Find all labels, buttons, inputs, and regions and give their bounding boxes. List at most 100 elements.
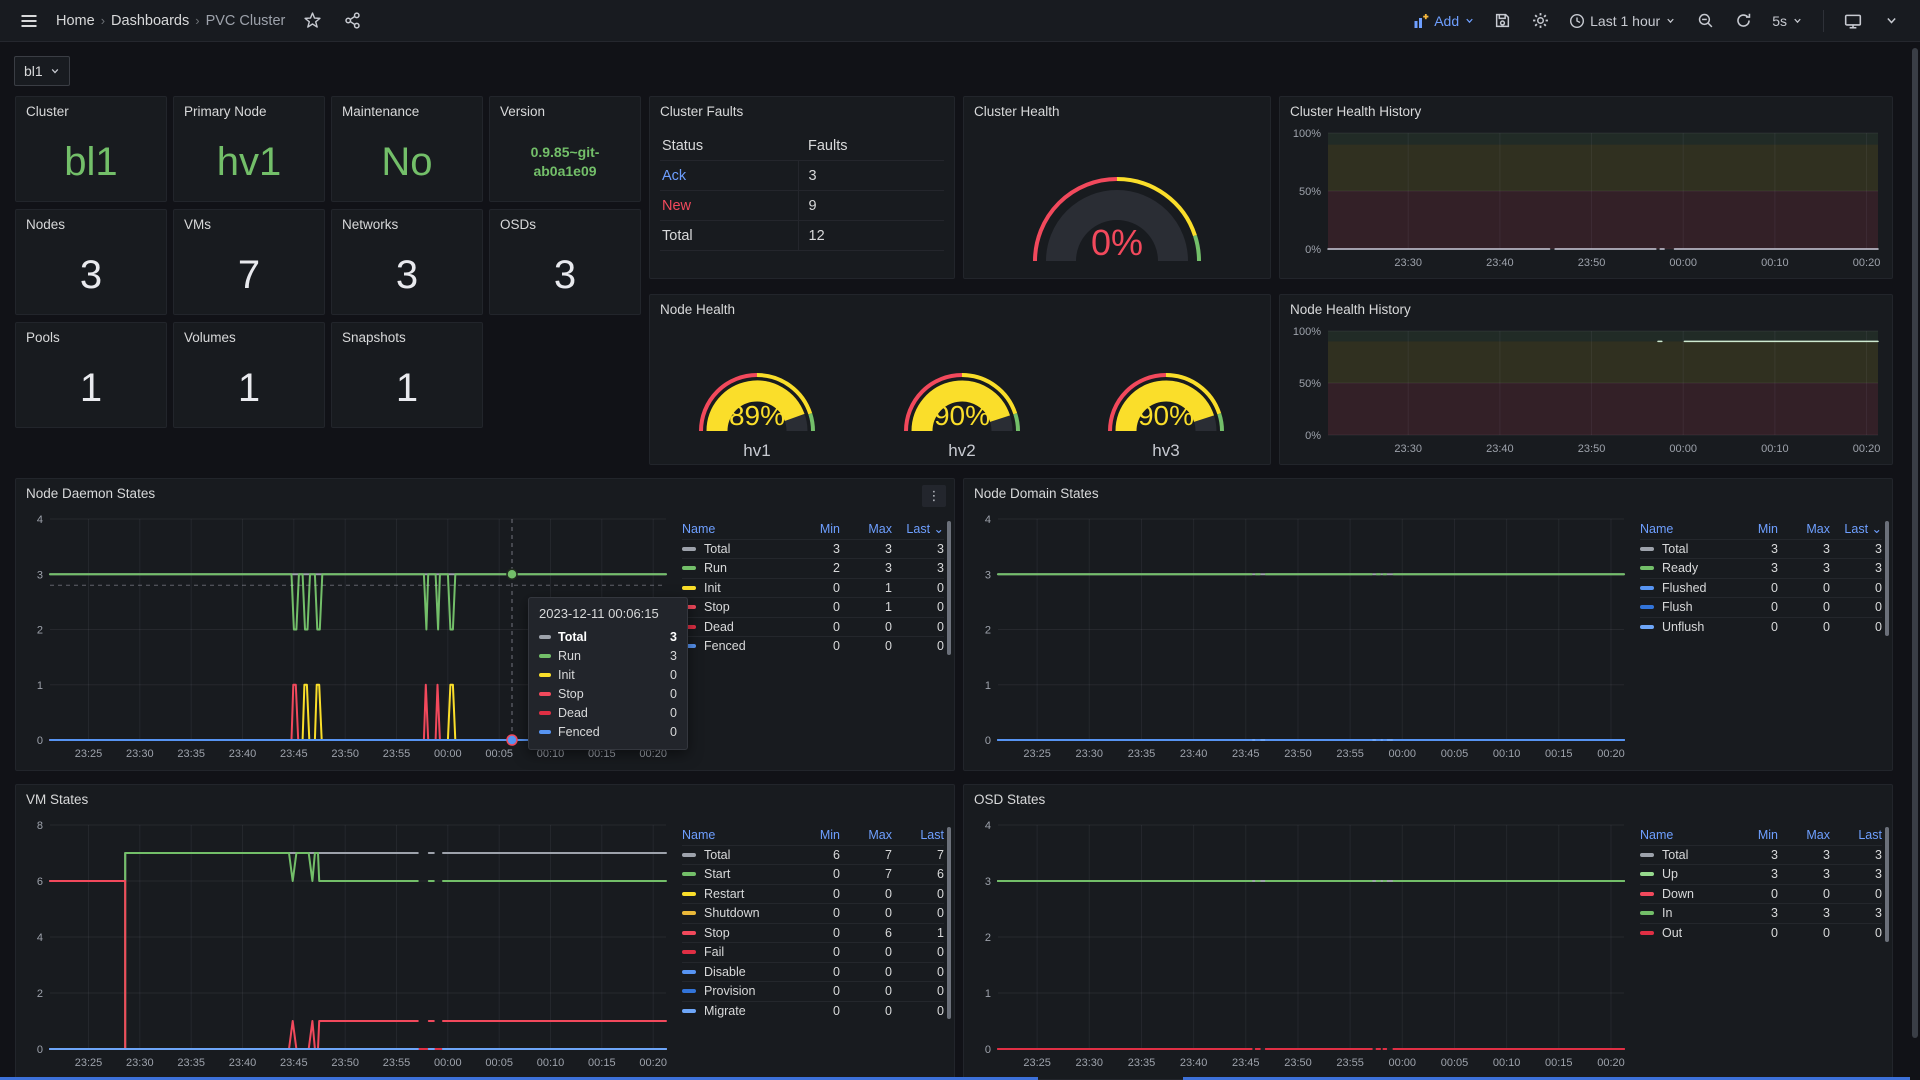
legend-series-name[interactable]: Ready bbox=[1640, 561, 1726, 575]
legend-row[interactable]: Fenced000 bbox=[682, 636, 944, 656]
legend-header-min[interactable]: Min bbox=[788, 522, 840, 536]
legend-header-min[interactable]: Min bbox=[1726, 522, 1778, 536]
legend-header-min[interactable]: Min bbox=[788, 828, 840, 842]
legend-header-max[interactable]: Max bbox=[1778, 828, 1830, 842]
legend-header-max[interactable]: Max bbox=[1778, 522, 1830, 536]
legend-series-name[interactable]: Total bbox=[1640, 542, 1726, 556]
panel-menu-icon[interactable]: ⋮ bbox=[922, 485, 946, 507]
top-nav: Home › Dashboards › PVC Cluster bbox=[0, 0, 1920, 42]
variable-dropdown[interactable]: bl1 bbox=[14, 56, 70, 86]
legend-row[interactable]: Init010 bbox=[682, 578, 944, 598]
legend-row[interactable]: Disable000 bbox=[682, 962, 944, 982]
legend-header-last[interactable]: Last bbox=[892, 828, 944, 842]
legend-row[interactable]: Migrate000 bbox=[682, 1001, 944, 1021]
legend-header-name[interactable]: Name bbox=[682, 522, 788, 536]
legend-row[interactable]: Down000 bbox=[1640, 884, 1882, 904]
legend-scrollbar[interactable] bbox=[947, 521, 951, 655]
legend-row[interactable]: Provision000 bbox=[682, 981, 944, 1001]
legend-series-name[interactable]: Total bbox=[682, 848, 788, 862]
legend-series-name[interactable]: In bbox=[1640, 906, 1726, 920]
legend-row[interactable]: Total677 bbox=[682, 845, 944, 865]
legend-header-max[interactable]: Max bbox=[840, 522, 892, 536]
legend-row[interactable]: Total333 bbox=[1640, 539, 1882, 559]
page-scrollbar[interactable] bbox=[1912, 48, 1918, 1038]
legend-header-name[interactable]: Name bbox=[682, 828, 788, 842]
legend-series-name[interactable]: Disable bbox=[682, 965, 788, 979]
vm-states-chart[interactable]: 0246823:2523:3023:3523:4023:4523:5023:55… bbox=[24, 817, 674, 1073]
legend-row[interactable]: Ready333 bbox=[1640, 558, 1882, 578]
legend-series-name[interactable]: Fail bbox=[682, 945, 788, 959]
add-button[interactable]: Add bbox=[1409, 13, 1479, 29]
node-health-history-chart[interactable]: 0%50%100%23:3023:4023:5000:0000:1000:20 bbox=[1288, 323, 1886, 459]
legend-row[interactable]: Fail000 bbox=[682, 942, 944, 962]
legend-series-name[interactable]: Down bbox=[1640, 887, 1726, 901]
legend-series-name[interactable]: Restart bbox=[682, 887, 788, 901]
chevron-down-icon[interactable] bbox=[1876, 6, 1906, 36]
legend-series-name[interactable]: Migrate bbox=[682, 1004, 788, 1018]
refresh-interval-dropdown[interactable]: 5s bbox=[1766, 13, 1809, 29]
legend-header-name[interactable]: Name bbox=[1640, 522, 1726, 536]
legend-value: 0 bbox=[1726, 926, 1778, 940]
legend-row[interactable]: Start076 bbox=[682, 864, 944, 884]
legend-row[interactable]: Dead000 bbox=[682, 617, 944, 637]
legend-series-name[interactable]: Dead bbox=[682, 620, 788, 634]
legend-series-name[interactable]: Flushed bbox=[1640, 581, 1726, 595]
zoom-out-icon[interactable] bbox=[1690, 6, 1720, 36]
legend-series-name[interactable]: Provision bbox=[682, 984, 788, 998]
legend-row[interactable]: Out000 bbox=[1640, 923, 1882, 943]
cluster-health-history-chart[interactable]: 0%50%100%23:3023:4023:5000:0000:1000:20 bbox=[1288, 125, 1886, 273]
settings-gear-icon[interactable] bbox=[1525, 6, 1555, 36]
legend-header-last[interactable]: Last ⌄ bbox=[892, 521, 944, 536]
legend-header-last[interactable]: Last bbox=[1830, 828, 1882, 842]
legend-series-name[interactable]: Flush bbox=[1640, 600, 1726, 614]
legend-row[interactable]: Stop010 bbox=[682, 597, 944, 617]
legend-series-name[interactable]: Fenced bbox=[682, 639, 788, 653]
star-icon[interactable] bbox=[297, 6, 327, 36]
legend-row[interactable]: Unflush000 bbox=[1640, 617, 1882, 637]
legend-header[interactable]: NameMinMaxLast bbox=[1640, 825, 1882, 845]
legend-row[interactable]: Total333 bbox=[1640, 845, 1882, 865]
osd-states-chart[interactable]: 0123423:2523:3023:3523:4023:4523:5023:55… bbox=[972, 817, 1632, 1073]
legend-row[interactable]: Stop061 bbox=[682, 923, 944, 943]
hamburger-menu-icon[interactable] bbox=[14, 6, 44, 36]
legend-row[interactable]: Up333 bbox=[1640, 864, 1882, 884]
legend-series-name[interactable]: Start bbox=[682, 867, 788, 881]
legend-series-name[interactable]: Up bbox=[1640, 867, 1726, 881]
legend-series-name[interactable]: Stop bbox=[682, 600, 788, 614]
legend-header[interactable]: NameMinMaxLast ⌄ bbox=[682, 519, 944, 539]
legend-row[interactable]: Flush000 bbox=[1640, 597, 1882, 617]
legend-row[interactable]: Total333 bbox=[682, 539, 944, 559]
legend-header-last[interactable]: Last ⌄ bbox=[1830, 521, 1882, 536]
time-range-picker[interactable]: Last 1 hour bbox=[1563, 13, 1682, 29]
legend-row[interactable]: In333 bbox=[1640, 903, 1882, 923]
legend-series-name[interactable]: Out bbox=[1640, 926, 1726, 940]
legend-scrollbar[interactable] bbox=[1885, 827, 1889, 942]
refresh-icon[interactable] bbox=[1728, 6, 1758, 36]
legend-scrollbar[interactable] bbox=[1885, 521, 1889, 636]
legend-series-name[interactable]: Shutdown bbox=[682, 906, 788, 920]
breadcrumb-home[interactable]: Home bbox=[54, 13, 97, 29]
legend-header-name[interactable]: Name bbox=[1640, 828, 1726, 842]
legend-series-name[interactable]: Run bbox=[682, 561, 788, 575]
legend-scrollbar[interactable] bbox=[947, 827, 951, 1019]
legend-series-name[interactable]: Total bbox=[1640, 848, 1726, 862]
legend-row[interactable]: Run233 bbox=[682, 558, 944, 578]
legend-series-name[interactable]: Init bbox=[682, 581, 788, 595]
breadcrumb-dashboards[interactable]: Dashboards bbox=[109, 13, 191, 29]
legend-series-name[interactable]: Unflush bbox=[1640, 620, 1726, 634]
save-dashboard-icon[interactable] bbox=[1487, 6, 1517, 36]
legend-series-name[interactable]: Total bbox=[682, 542, 788, 556]
svg-text:00:00: 00:00 bbox=[1389, 1057, 1417, 1069]
legend-header-max[interactable]: Max bbox=[840, 828, 892, 842]
legend-value: 0 bbox=[788, 1004, 840, 1018]
legend-header-min[interactable]: Min bbox=[1726, 828, 1778, 842]
tv-mode-icon[interactable] bbox=[1838, 6, 1868, 36]
node-domain-states-chart[interactable]: 0123423:2523:3023:3523:4023:4523:5023:55… bbox=[972, 511, 1632, 764]
legend-series-name[interactable]: Stop bbox=[682, 926, 788, 940]
legend-row[interactable]: Restart000 bbox=[682, 884, 944, 904]
share-icon[interactable] bbox=[337, 6, 367, 36]
legend-header[interactable]: NameMinMaxLast ⌄ bbox=[1640, 519, 1882, 539]
legend-row[interactable]: Flushed000 bbox=[1640, 578, 1882, 598]
legend-header[interactable]: NameMinMaxLast bbox=[682, 825, 944, 845]
legend-row[interactable]: Shutdown000 bbox=[682, 903, 944, 923]
